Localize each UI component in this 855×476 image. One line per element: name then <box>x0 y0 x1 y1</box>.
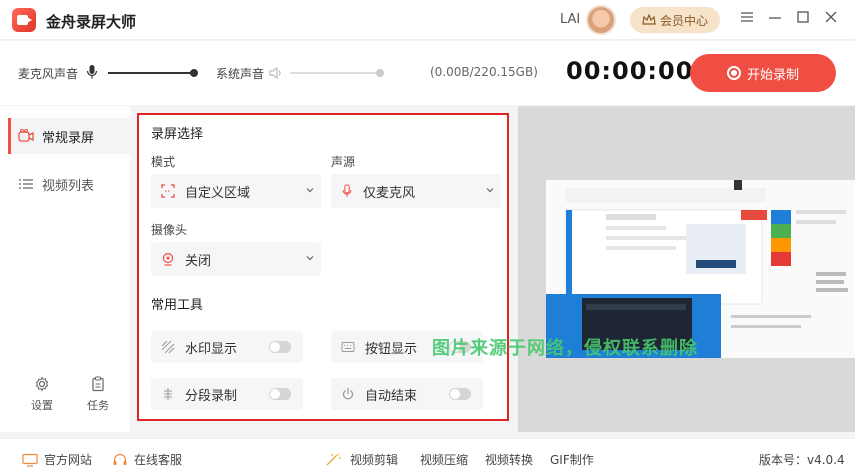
sidebar: 常规录屏 视频列表 设置 任务 <box>0 106 130 432</box>
footer-tool-label: 视频转换 <box>485 453 534 467</box>
segment-recording-toggle[interactable] <box>269 388 291 400</box>
sidebar-item-regular-recording[interactable]: 常规录屏 <box>8 118 130 154</box>
recording-selection-title: 录屏选择 <box>151 127 204 142</box>
audio-source-label: 声源 <box>331 155 356 169</box>
menu-icon[interactable] <box>738 10 756 28</box>
auto-stop-tool[interactable]: 自动结束 <box>331 378 483 410</box>
headset-icon <box>113 453 127 465</box>
clipboard-icon <box>92 376 104 392</box>
microphone-icon[interactable] <box>86 64 98 80</box>
footer-tool-video-compress[interactable]: 视频压缩 <box>420 451 468 468</box>
recording-timer: 00:00:00 <box>566 57 694 85</box>
minimize-icon[interactable] <box>766 10 784 28</box>
system-volume-handle[interactable] <box>376 69 384 77</box>
chevron-down-icon <box>305 185 315 198</box>
camera-value: 关闭 <box>185 253 212 269</box>
segment-icon <box>164 388 172 400</box>
mode-value: 自定义区域 <box>185 185 251 201</box>
region-select-icon <box>161 184 175 198</box>
mode-select[interactable]: 自定义区域 <box>151 174 321 208</box>
vip-center-button[interactable]: 会员中心 <box>630 7 720 33</box>
audio-source-select[interactable]: 仅麦克风 <box>331 174 501 208</box>
vip-center-label: 会员中心 <box>659 13 708 28</box>
camera-label: 摄像头 <box>151 223 188 237</box>
online-service-link[interactable]: 在线客服 <box>112 451 182 468</box>
storage-usage: (0.00B/220.15GB) <box>430 65 538 79</box>
auto-stop-toggle[interactable] <box>449 388 471 400</box>
tasks-button[interactable]: 任务 <box>78 376 118 413</box>
settings-label: 设置 <box>31 399 53 412</box>
camera-select[interactable]: 关闭 <box>151 242 321 276</box>
recording-settings-panel: 录屏选择 模式 自定义区域 声源 仅麦克风 摄像头 关闭 常用工具 水印显示 按… <box>137 113 509 421</box>
start-recording-button[interactable]: 开始录制 <box>690 54 836 92</box>
keyboard-icon <box>341 342 355 352</box>
settings-button[interactable]: 设置 <box>22 376 62 413</box>
footer-tool-label: GIF制作 <box>550 453 594 467</box>
title-bar: 金舟录屏大师 LAI 会员中心 <box>0 0 855 40</box>
monitor-icon <box>22 453 38 467</box>
speaker-icon[interactable] <box>268 65 284 81</box>
user-name[interactable]: LAI <box>560 12 580 27</box>
screen-preview <box>518 106 855 432</box>
power-icon <box>342 388 354 400</box>
maximize-icon[interactable] <box>794 10 812 28</box>
mic-volume-label: 麦克风声音 <box>18 67 79 81</box>
audio-control-bar: 麦克风声音 系统声音 (0.00B/220.15GB) 00:00:00 开始录… <box>0 41 855 105</box>
sidebar-item-video-list[interactable]: 视频列表 <box>8 166 130 202</box>
tool-label: 自动结束 <box>365 388 418 404</box>
footer-tool-video-edit[interactable]: 视频剪辑 <box>326 451 398 468</box>
close-icon[interactable] <box>822 10 840 28</box>
system-volume-label: 系统声音 <box>216 67 265 81</box>
footer-tool-label: 视频压缩 <box>420 453 469 467</box>
webcam-icon <box>162 252 174 266</box>
tool-label: 按钮显示 <box>365 341 418 357</box>
footer-bar: 官方网站 在线客服 视频剪辑 视频压缩 视频转换 GIF制作 版本号：v4.0.… <box>0 438 855 476</box>
online-service-label: 在线客服 <box>134 453 183 467</box>
app-logo-icon <box>12 8 36 32</box>
tool-label: 水印显示 <box>185 341 238 357</box>
mic-volume-handle[interactable] <box>190 69 198 77</box>
sidebar-item-label: 常规录屏 <box>42 130 95 146</box>
chevron-down-icon <box>485 185 495 198</box>
footer-tool-label: 视频剪辑 <box>350 453 399 467</box>
version-label: 版本号：v4.0.4 <box>759 453 845 467</box>
app-title: 金舟录屏大师 <box>46 13 137 31</box>
mode-label: 模式 <box>151 155 176 169</box>
watermark-text: 图片来源于网络，侵权联系删除 <box>432 338 698 359</box>
segment-recording-tool[interactable]: 分段录制 <box>151 378 303 410</box>
sparkle-icon <box>326 453 341 465</box>
system-volume-slider[interactable] <box>290 72 380 74</box>
microphone-icon <box>342 184 352 197</box>
gear-icon <box>35 376 49 392</box>
official-website-link[interactable]: 官方网站 <box>22 451 92 468</box>
avatar[interactable] <box>586 5 616 35</box>
video-camera-icon <box>18 129 34 142</box>
chevron-down-icon <box>305 253 315 266</box>
tasks-label: 任务 <box>87 399 109 412</box>
list-icon <box>19 179 33 189</box>
start-recording-label: 开始录制 <box>746 67 799 83</box>
watermark-icon <box>161 340 175 354</box>
audio-source-value: 仅麦克风 <box>363 185 416 201</box>
preview-screenshot <box>546 180 855 358</box>
official-website-label: 官方网站 <box>44 453 93 467</box>
crown-icon <box>642 14 656 25</box>
record-icon <box>726 66 741 80</box>
watermark-toggle[interactable] <box>269 341 291 353</box>
common-tools-title: 常用工具 <box>151 298 204 313</box>
sidebar-item-label: 视频列表 <box>42 178 95 194</box>
footer-tool-video-convert[interactable]: 视频转换 <box>485 451 533 468</box>
footer-tool-gif[interactable]: GIF制作 <box>550 451 594 468</box>
watermark-display-tool[interactable]: 水印显示 <box>151 331 303 363</box>
mic-volume-slider[interactable] <box>108 72 194 74</box>
tool-label: 分段录制 <box>185 388 238 404</box>
